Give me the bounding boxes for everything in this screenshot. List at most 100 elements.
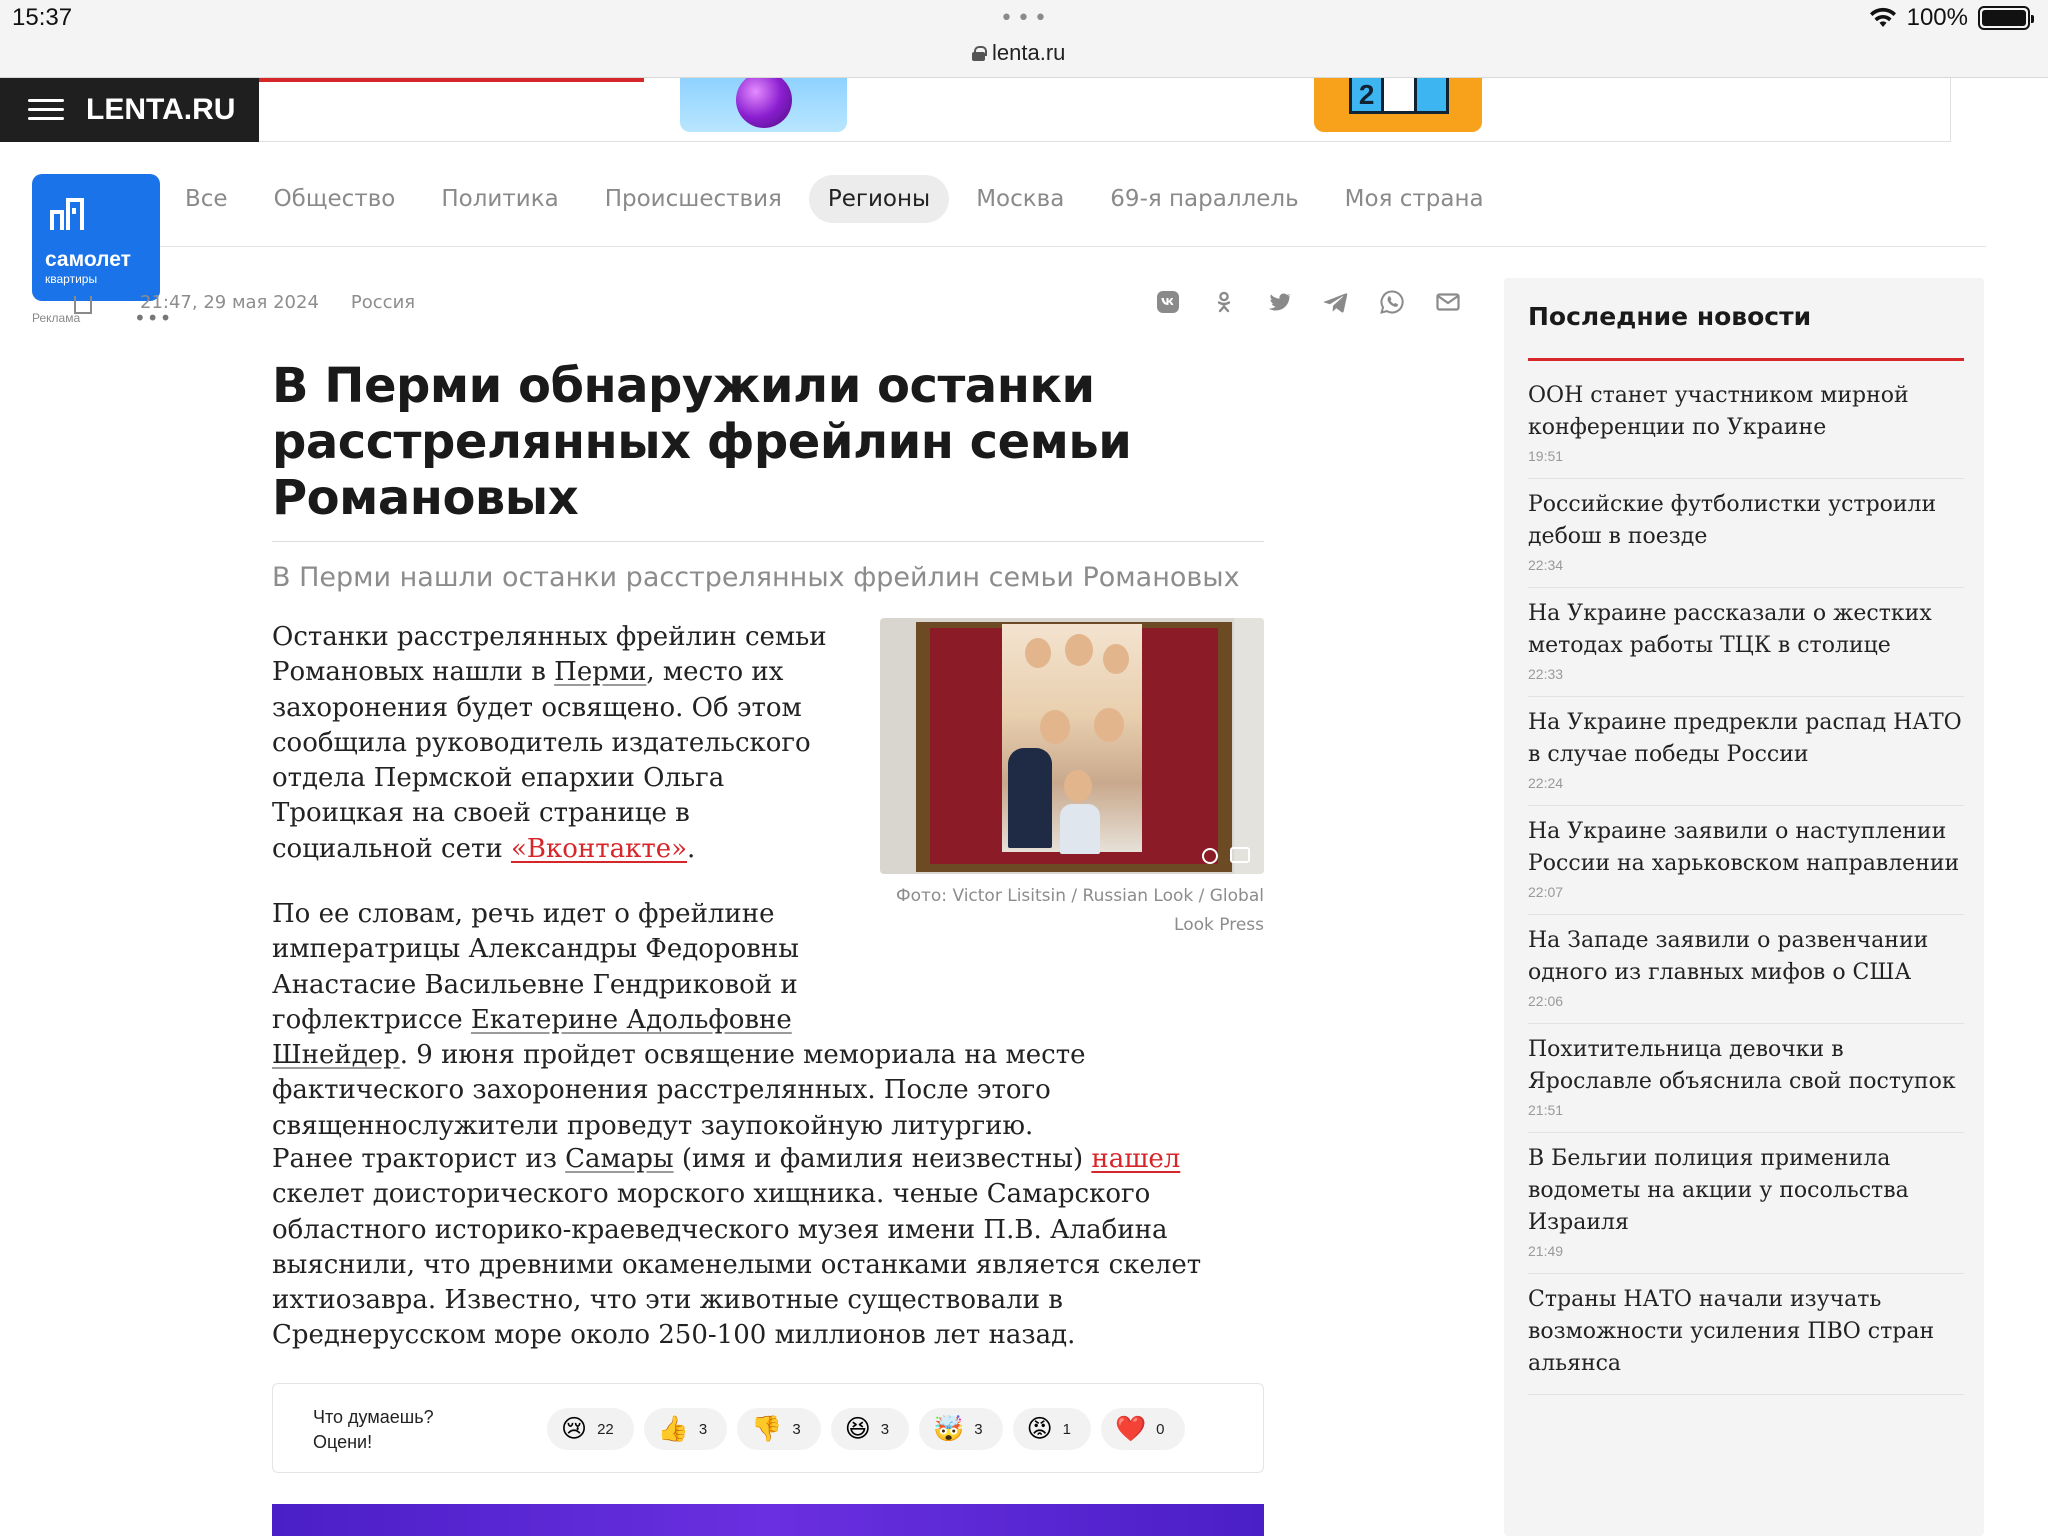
ad-game-tile-number[interactable]: 2 [1314,78,1482,132]
promo-banner[interactable] [272,1504,1264,1536]
news-item[interactable]: На Украине заявили о наступлении России … [1528,806,1964,915]
reaction-count: 1 [1062,1420,1072,1438]
reaction-button[interactable]: 😡 1 [1012,1408,1092,1450]
browser-more-icon[interactable]: ••• [1000,6,1051,31]
news-time: 19:51 [1528,448,1564,464]
reaction-button[interactable]: 😢 22 [547,1408,634,1450]
article-subtitle: В Перми нашли останки расстрелянных фрей… [272,562,1240,593]
news-item[interactable]: В Бельгии полиция применила водометы на … [1528,1133,1964,1274]
nav-divider [160,246,1986,247]
news-time: 22:06 [1528,993,1564,1009]
latest-news-list: ООН станет участником мирной конференции… [1528,370,1964,1395]
battery-icon [1978,6,2034,30]
article-paragraph-2: По ее словам, речь идет о фрейлине импер… [272,899,1086,1141]
menu-icon[interactable] [28,99,64,121]
wifi-icon [1869,7,1896,27]
nav-tab[interactable]: Москва [957,175,1083,223]
news-time: 22:33 [1528,666,1564,682]
news-item[interactable]: Похитительница девочки в Ярославле объяс… [1528,1024,1964,1133]
reaction-count: 0 [1156,1420,1165,1438]
mail-icon[interactable] [1434,288,1462,316]
address-bar[interactable]: lenta.ru [972,40,1065,66]
latest-news-title: Последние новости [1528,302,1812,331]
heart-icon: ❤️ [1115,1414,1147,1443]
nav-tab[interactable]: Общество [255,175,415,223]
purple-ball-icon [736,78,792,128]
twitter-icon[interactable] [1266,288,1294,316]
thumbs-down-icon: 👎 [751,1414,783,1443]
nav-tab[interactable]: Все [166,175,247,223]
link-perm[interactable]: Перми [554,657,646,687]
site-logo[interactable]: LENTA.RU [86,93,235,127]
nav-tab[interactable]: 69-я параллель [1091,175,1317,223]
news-item[interactable]: ООН станет участником мирной конференции… [1528,370,1964,479]
ad-accent-line [259,78,644,82]
news-item[interactable]: Российские футболистки устроили дебош в … [1528,479,1964,588]
news-headline[interactable]: На Украине предрекли распад НАТО в случа… [1528,707,1964,771]
article-rubric[interactable]: Россия [351,292,415,313]
link-samara[interactable]: Самары [565,1144,673,1174]
nav-tab[interactable]: Происшествия [586,175,801,223]
reaction-button[interactable]: ❤️ 0 [1101,1408,1185,1450]
site-header-logo[interactable]: LENTA.RU [0,78,259,142]
news-headline[interactable]: На Украине рассказали о жестких методах … [1528,598,1964,662]
article-photo[interactable] [880,618,1264,874]
article-paragraph-1: Останки расстрелянных фрейлин семьи Рома… [272,622,827,864]
thumbs-up-icon: 👍 [657,1414,689,1443]
link-found[interactable]: нашел [1091,1144,1180,1174]
nav-tab[interactable]: Регионы [808,175,950,223]
zoom-icon[interactable] [1202,848,1218,864]
ad-number-tile: 2 [1352,78,1385,111]
category-nav: Все Общество Политика Происшествия Регионы Мо… [166,174,1503,224]
vk-icon[interactable] [1154,288,1182,316]
telegram-icon[interactable] [1322,288,1350,316]
news-headline[interactable]: На Западе заявили о развенчании одного и… [1528,925,1964,989]
news-item[interactable]: На Западе заявили о развенчании одного и… [1528,915,1964,1024]
reactions-panel: Что думаешь? Оцени! 😢 22 👍 3 👎 3 😆 3 🤯 3 😡 1 ❤️ 0 [272,1383,1264,1473]
top-strip: LENTA.RU 2 [0,78,2048,144]
tsarevich-figure [1060,804,1100,854]
news-item[interactable]: Страны НАТО начали изучать возможности у… [1528,1274,1964,1395]
news-item[interactable]: На Украине предрекли распад НАТО в случа… [1528,697,1964,806]
reaction-count: 3 [698,1420,708,1438]
article-paragraph-3: Ранее тракторист из Самары (имя и фамили… [272,1144,1202,1351]
sponsor-ad-tile[interactable]: самолет квартиры [32,174,160,301]
odnoklassniki-icon[interactable] [1210,288,1238,316]
reaction-button[interactable]: 🤯 3 [919,1408,1003,1450]
reaction-count: 3 [974,1420,983,1438]
bookmark-icon[interactable] [74,296,92,314]
nav-tab[interactable]: Моя страна [1326,175,1503,223]
news-time: 21:49 [1528,1243,1564,1259]
news-item[interactable]: На Украине рассказали о жестких методах … [1528,588,1964,697]
reactions-prompt: Что думаешь? Оцени! [313,1407,434,1452]
news-headline[interactable]: На Украине заявили о наступлении России … [1528,816,1964,880]
news-headline[interactable]: Похитительница девочки в Ярославле объяс… [1528,1034,1964,1098]
reaction-buttons: 😢 22 👍 3 👎 3 😆 3 🤯 3 😡 1 ❤️ 0 [547,1408,1185,1450]
news-headline[interactable]: Российские футболистки устроили дебош в … [1528,489,1964,553]
news-time: 22:24 [1528,775,1564,791]
article-datetime: 21:47, 29 мая 2024 [140,292,319,313]
laughing-face-icon: 😆 [844,1414,871,1443]
top-ad-banner[interactable] [259,78,1951,142]
caption-icon[interactable] [1230,847,1250,863]
news-time: 21:51 [1528,1102,1564,1118]
news-headline[interactable]: Страны НАТО начали изучать возможности у… [1528,1284,1964,1380]
news-headline[interactable]: В Бельгии полиция применила водометы на … [1528,1143,1964,1239]
reaction-button[interactable]: 👎 3 [737,1408,821,1450]
reaction-button[interactable]: 👍 3 [643,1408,728,1450]
crying-face-icon: 😢 [561,1414,588,1443]
exploding-head-icon: 🤯 [933,1414,965,1443]
latest-news-accent [1528,358,1964,361]
link-vkontakte[interactable]: «Вконтакте» [511,834,687,864]
reaction-count: 22 [597,1420,614,1438]
status-indicators: 100% [1869,4,2034,32]
whatsapp-icon[interactable] [1378,288,1406,316]
nav-tab[interactable]: Политика [422,175,577,223]
reaction-count: 3 [880,1420,890,1438]
ad-game-tile-ball[interactable] [680,78,847,132]
reaction-button[interactable]: 😆 3 [830,1408,910,1450]
news-time: 22:34 [1528,557,1564,573]
news-time: 22:07 [1528,884,1564,900]
news-headline[interactable]: ООН станет участником мирной конференции… [1528,380,1964,444]
browser-status-bar: 15:37 ••• lenta.ru 100% [0,0,2048,78]
